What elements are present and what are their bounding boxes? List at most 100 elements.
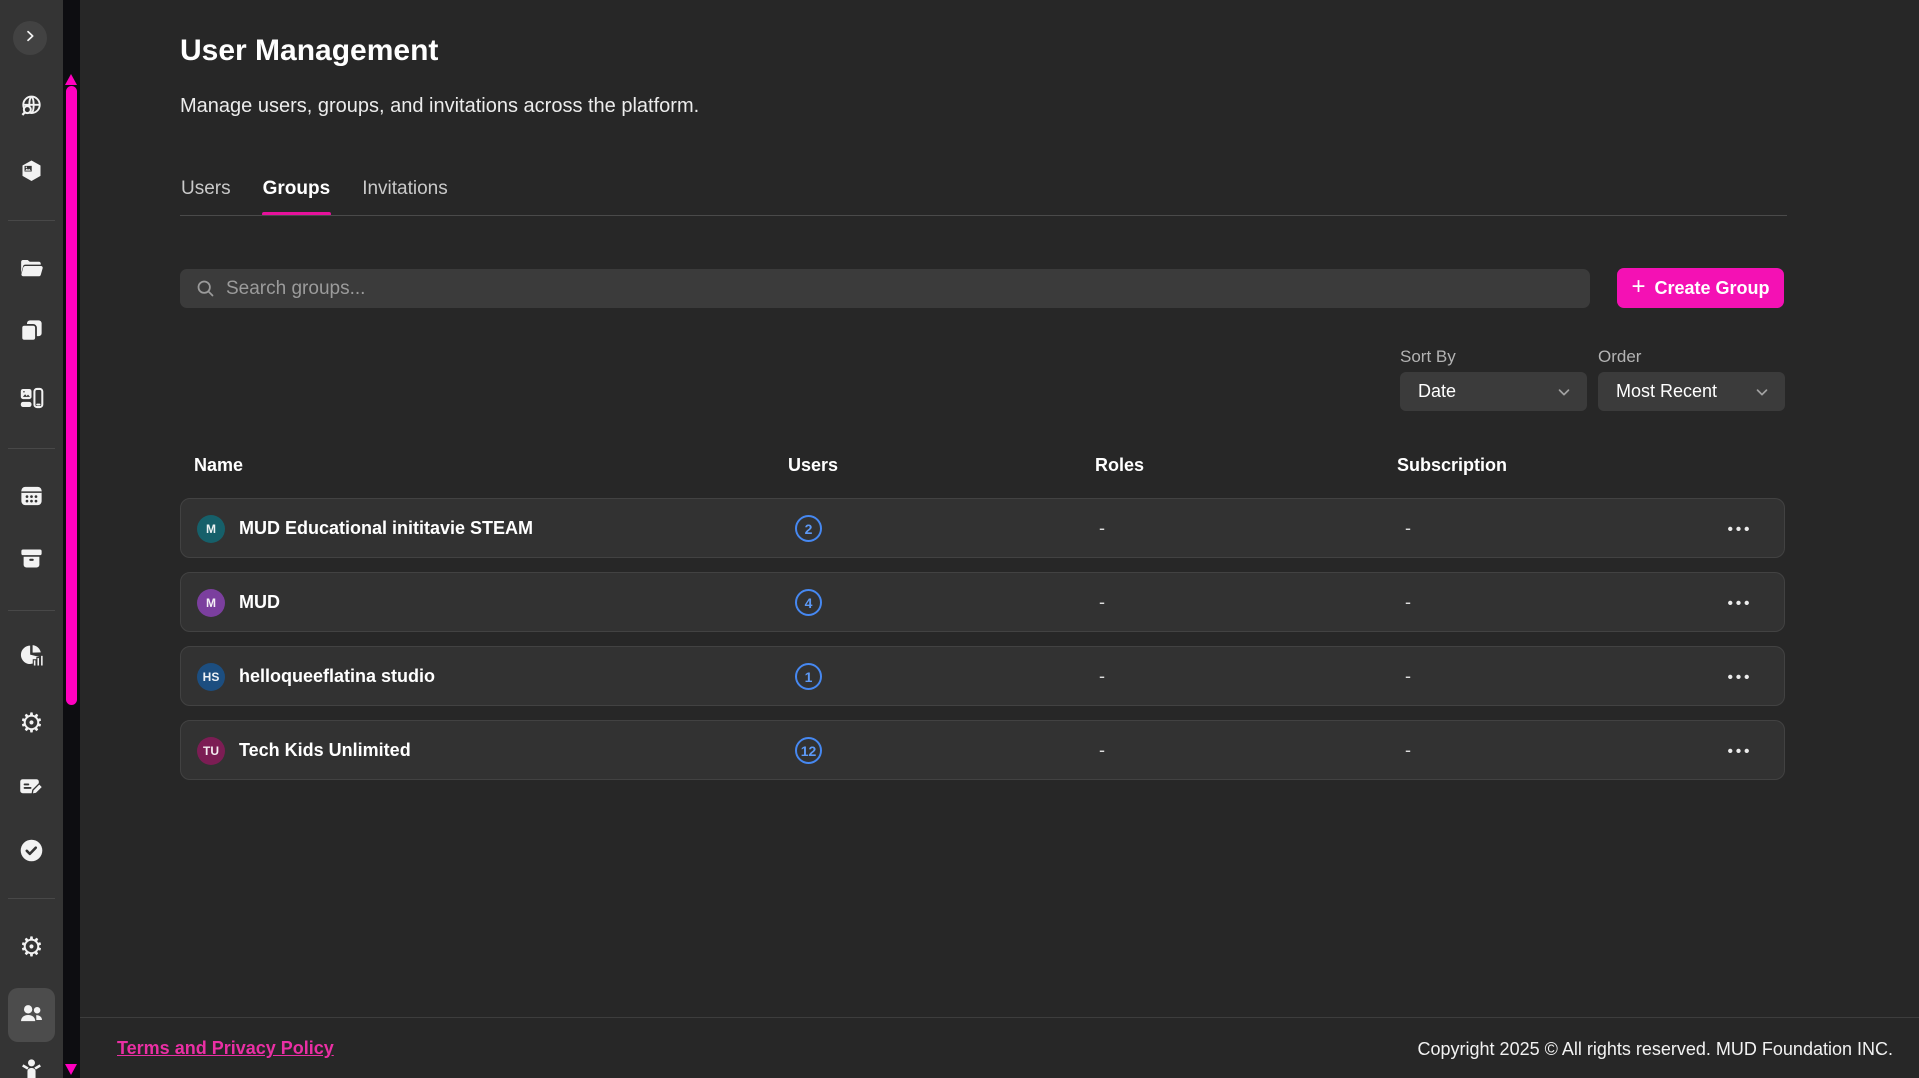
tab-bar: Users Groups Invitations — [180, 178, 449, 216]
order-select[interactable]: Most Recent — [1598, 372, 1785, 411]
users-count: 2 — [805, 521, 813, 537]
sort-by-select[interactable]: Date — [1400, 372, 1587, 411]
row-actions-menu-button[interactable]: ••• — [1718, 513, 1762, 545]
chevron-down-icon — [1753, 383, 1771, 401]
pie-chart-stats-icon — [18, 642, 45, 674]
tab-users[interactable]: Users — [180, 178, 232, 216]
users-icon — [18, 1000, 45, 1032]
sidebar-divider — [8, 610, 55, 611]
users-count: 12 — [801, 743, 817, 759]
column-header-subscription: Subscription — [1397, 455, 1507, 476]
users-count-badge[interactable]: 4 — [795, 589, 822, 616]
person-arms-up-icon — [18, 1057, 45, 1078]
search-bar — [180, 269, 1590, 308]
group-row[interactable]: M MUD Educational inititavie STEAM 2 - -… — [180, 498, 1785, 558]
group-rows: M MUD Educational inititavie STEAM 2 - -… — [180, 498, 1785, 780]
sidebar-item-user-management[interactable] — [18, 1002, 45, 1029]
sidebar-collapse-button[interactable] — [13, 21, 47, 55]
order-label: Order — [1598, 347, 1641, 367]
search-input[interactable] — [180, 269, 1590, 308]
group-avatar-initials: M — [206, 596, 216, 610]
subscription-value: - — [1405, 592, 1411, 613]
subscription-value: - — [1405, 666, 1411, 687]
create-group-button[interactable]: + Create Group — [1617, 268, 1784, 308]
group-row[interactable]: HS helloqueeflatina studio 1 - - ••• — [180, 646, 1785, 706]
copyright-text: Copyright 2025 © All rights reserved. MU… — [1418, 1039, 1893, 1060]
group-avatar: TU — [197, 737, 225, 765]
row-actions-menu-button[interactable]: ••• — [1718, 587, 1762, 619]
tab-groups[interactable]: Groups — [262, 178, 332, 216]
search-icon — [195, 278, 216, 299]
plus-icon: + — [1631, 275, 1645, 299]
layout-devices-icon — [18, 385, 45, 417]
group-avatar-initials: TU — [203, 744, 219, 758]
sidebar-item-collections[interactable] — [18, 319, 45, 346]
roles-value: - — [1099, 518, 1105, 539]
tabs-divider — [180, 215, 1787, 216]
sidebar-item-community[interactable] — [18, 1059, 45, 1078]
admin-gear-icon: ⚙ — [19, 934, 43, 961]
column-header-roles: Roles — [1095, 455, 1144, 476]
group-avatar: M — [197, 589, 225, 617]
subscription-value: - — [1405, 518, 1411, 539]
folder-open-icon — [18, 255, 45, 287]
chevron-down-icon — [1555, 383, 1573, 401]
sidebar-item-projects[interactable] — [18, 257, 45, 284]
sidebar-item-settings[interactable]: ⚙ — [18, 710, 45, 737]
group-name: MUD Educational inititavie STEAM — [239, 518, 533, 539]
roles-value: - — [1099, 592, 1105, 613]
sidebar-divider — [8, 898, 55, 899]
sidebar-item-analytics[interactable] — [18, 644, 45, 671]
app-window: ⚙ ⚙ — [0, 0, 1919, 1078]
sidebar-divider — [8, 220, 55, 221]
roles-value: - — [1099, 666, 1105, 687]
page-subtitle: Manage users, groups, and invitations ac… — [180, 95, 699, 118]
page-scrollbar-track[interactable] — [63, 0, 80, 1078]
tab-invitations[interactable]: Invitations — [361, 178, 449, 216]
sort-by-label: Sort By — [1400, 347, 1456, 367]
footer-divider — [80, 1017, 1919, 1018]
users-count-badge[interactable]: 2 — [795, 515, 822, 542]
sidebar-divider — [8, 448, 55, 449]
users-count: 1 — [805, 669, 813, 685]
users-count-badge[interactable]: 1 — [795, 663, 822, 690]
subscription-value: - — [1405, 740, 1411, 761]
group-name: MUD — [239, 592, 280, 613]
sidebar-item-explore[interactable] — [18, 95, 45, 122]
copy-collections-icon — [18, 317, 45, 349]
sidebar-item-assets[interactable] — [18, 160, 45, 187]
sidebar-item-admin-settings[interactable]: ⚙ — [18, 934, 45, 961]
sidebar-item-approvals[interactable] — [18, 839, 45, 866]
scrollbar-up-arrow-icon[interactable] — [65, 74, 77, 85]
column-header-name: Name — [194, 455, 243, 476]
check-circle-icon — [18, 837, 45, 869]
sidebar-item-calendar[interactable] — [18, 484, 45, 511]
group-avatar-initials: HS — [203, 670, 220, 684]
sidebar-item-licenses[interactable] — [18, 775, 45, 802]
group-name: helloqueeflatina studio — [239, 666, 435, 687]
terms-privacy-link[interactable]: Terms and Privacy Policy — [117, 1038, 334, 1059]
archive-box-icon — [18, 545, 45, 577]
page-title: User Management — [180, 34, 438, 68]
chevron-right-icon — [22, 28, 38, 49]
group-row[interactable]: M MUD 4 - - ••• — [180, 572, 1785, 632]
cube-image-icon — [18, 158, 45, 190]
roles-value: - — [1099, 740, 1105, 761]
row-actions-menu-button[interactable]: ••• — [1718, 661, 1762, 693]
group-name: Tech Kids Unlimited — [239, 740, 411, 761]
group-avatar: M — [197, 515, 225, 543]
group-avatar: HS — [197, 663, 225, 691]
row-actions-menu-button[interactable]: ••• — [1718, 735, 1762, 767]
calendar-icon — [18, 482, 45, 514]
sidebar: ⚙ ⚙ — [0, 0, 63, 1078]
gear-icon: ⚙ — [19, 710, 43, 737]
globe-search-icon — [18, 93, 45, 125]
group-row[interactable]: TU Tech Kids Unlimited 12 - - ••• — [180, 720, 1785, 780]
sidebar-item-archive[interactable] — [18, 547, 45, 574]
column-header-users: Users — [788, 455, 838, 476]
scrollbar-down-arrow-icon[interactable] — [65, 1064, 77, 1075]
card-edit-icon — [18, 773, 45, 805]
scrollbar-thumb[interactable] — [66, 86, 77, 705]
sidebar-item-devices[interactable] — [18, 387, 45, 414]
users-count-badge[interactable]: 12 — [795, 737, 822, 764]
